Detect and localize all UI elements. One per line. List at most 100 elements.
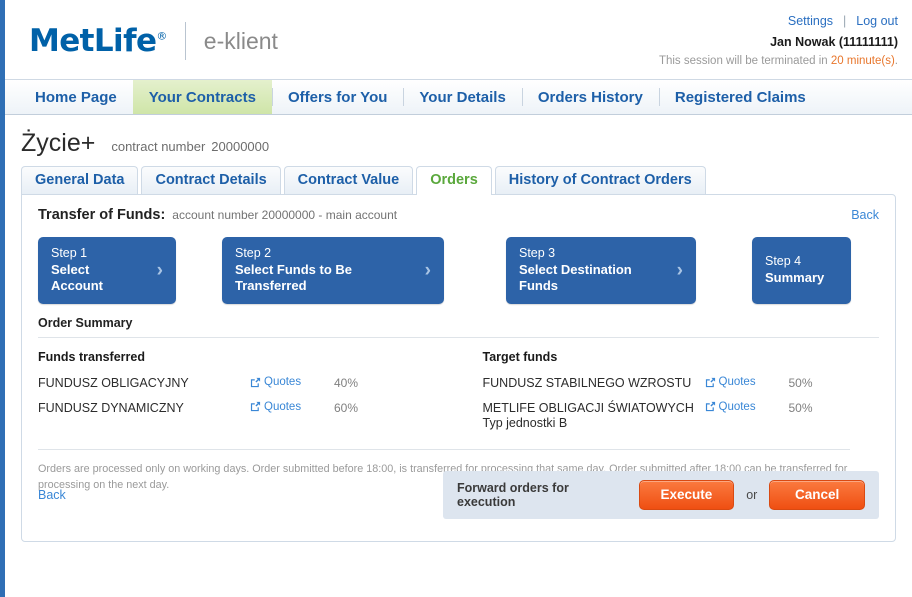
tab-contract-value[interactable]: Contract Value (283, 166, 414, 194)
step-number: Step 1 (51, 246, 88, 260)
panel-header: Transfer of Funds: account number 200000… (38, 207, 879, 223)
tab-history-of-contract-orders[interactable]: History of Contract Orders (494, 166, 706, 194)
fund-percent: 60% (334, 400, 359, 415)
wizard-steps: Step 1 Select Account › Step 2 Select Funds … (38, 237, 879, 305)
external-link-icon (705, 377, 719, 388)
step-label: Select Funds to Be Transferred (235, 261, 353, 293)
funds-columns: Funds transferred FUNDUSZ OBLIGACYJNY Quo… (38, 350, 879, 441)
external-link-icon (250, 401, 264, 412)
execution-bar: Forward orders for execution Execute or … (443, 471, 879, 519)
step-text: Step 1 Select Account (51, 246, 143, 294)
nav-item-label: Orders History (537, 88, 643, 106)
wizard-step-2[interactable]: Step 2 Select Funds to Be Transferred › (222, 237, 444, 305)
quotes-link[interactable]: Quotes (250, 401, 320, 413)
nav-item-offers-for-you[interactable]: Offers for You (271, 80, 403, 114)
fund-row: METLIFE OBLIGACJI ŚWIATOWYCH Typ jednostk… (483, 401, 880, 432)
quotes-label: Quotes (718, 400, 756, 413)
main-navigation: Home Page Your Contracts Offers for You You… (5, 80, 912, 115)
tab-contract-details[interactable]: Contract Details (141, 166, 281, 194)
external-link-icon (250, 377, 264, 388)
step-label: Select Destination Funds (519, 261, 632, 293)
cancel-button[interactable]: Cancel (769, 480, 865, 510)
fund-row: FUNDUSZ OBLIGACYJNY Quotes 40% (38, 376, 459, 392)
step-number: Step 4 (765, 254, 802, 269)
nav-item-registered-claims[interactable]: Registered Claims (658, 80, 822, 114)
fund-name: METLIFE OBLIGACJI ŚWIATOWYCH Typ jednostk… (482, 400, 694, 431)
fund-percent: 50% (788, 376, 813, 391)
step-text: Step 4 Summary (765, 254, 824, 286)
step-number: Step 2 (235, 246, 272, 260)
session-timer-value: 20 minute(s) (830, 55, 895, 68)
step-text: Step 3 Select Destination Funds (519, 246, 663, 294)
logout-link[interactable]: Log out (856, 14, 898, 28)
quotes-link[interactable]: Quotes (705, 401, 775, 413)
chevron-right-icon: › (156, 259, 163, 281)
nav-item-label: Offers for You (287, 88, 388, 106)
settings-link[interactable]: Settings (788, 14, 833, 28)
step-label: Summary (765, 269, 825, 285)
footer-back-link[interactable]: Back (38, 488, 66, 502)
content-panel: Transfer of Funds: account number 200000… (21, 194, 896, 542)
page-title: Życie+ (21, 129, 96, 157)
nav-item-label: Your Details (419, 88, 506, 106)
panel-back-link[interactable]: Back (851, 208, 879, 222)
panel-title-group: Transfer of Funds: account number 200000… (38, 207, 397, 223)
tab-general-data[interactable]: General Data (21, 166, 139, 194)
fund-row: FUNDUSZ DYNAMICZNY Quotes 60% (38, 401, 459, 417)
tab-label: Contract Value (297, 172, 400, 188)
step-label: Select Account (51, 261, 103, 293)
panel-footer: Back Forward orders for execution Execut… (38, 471, 879, 519)
nav-item-label: Registered Claims (674, 88, 806, 106)
target-funds-column: Target funds FUNDUSZ STABILNEGO WZROSTU Q… (459, 350, 880, 441)
contract-header: Życie+ contract number 20000000 (5, 115, 912, 166)
quotes-link[interactable]: Quotes (705, 376, 775, 388)
sub-brand-label: e-klient (203, 27, 278, 54)
order-summary-heading: Order Summary (38, 316, 879, 339)
tab-orders[interactable]: Orders (416, 166, 492, 195)
contract-tabs: General Data Contract Details Contract Val… (5, 166, 912, 195)
external-link-icon (705, 401, 719, 412)
panel-title: Transfer of Funds: (38, 207, 166, 223)
quotes-label: Quotes (718, 376, 756, 389)
target-funds-list: FUNDUSZ STABILNEGO WZROSTU Quotes 50% METLI… (483, 376, 880, 432)
funds-transferred-heading: Funds transferred (38, 350, 145, 365)
session-timeout-notice: This session will be terminated in 20 mi… (659, 53, 898, 70)
tab-label: History of Contract Orders (508, 172, 692, 188)
brand-logo: MetLife® e-klient (29, 22, 278, 60)
tab-label: Contract Details (155, 172, 267, 188)
metlife-wordmark: MetLife® (29, 23, 167, 59)
chevron-right-icon: › (676, 259, 683, 281)
brand-text: MetLife (29, 23, 157, 59)
nav-item-your-contracts[interactable]: Your Contracts (132, 80, 272, 114)
chevron-right-icon: › (424, 259, 431, 281)
app-window: MetLife® e-klient Settings | Log out Jan N… (0, 0, 912, 597)
header-link-separator: | (843, 14, 847, 28)
brand-divider (184, 22, 186, 60)
wizard-step-3[interactable]: Step 3 Select Destination Funds › (506, 237, 696, 305)
contract-number-value: 20000000 (211, 139, 270, 154)
fund-percent: 50% (788, 400, 813, 415)
quotes-label: Quotes (264, 376, 302, 389)
step-number: Step 3 (519, 246, 556, 260)
nav-item-label: Home Page (35, 88, 117, 106)
target-funds-heading: Target funds (482, 350, 558, 365)
contract-number-block: contract number 20000000 (111, 139, 269, 154)
user-name-label: Jan Nowak (11111111) (770, 35, 898, 50)
nav-item-label: Your Contracts (148, 88, 256, 106)
session-suffix-text: . (894, 55, 898, 68)
nav-item-orders-history[interactable]: Orders History (521, 80, 659, 114)
wizard-step-1[interactable]: Step 1 Select Account › (38, 237, 176, 305)
wizard-step-4[interactable]: Step 4 Summary (752, 237, 851, 305)
quotes-label: Quotes (264, 400, 302, 413)
session-prefix-text: This session will be terminated in (658, 55, 831, 68)
nav-item-your-details[interactable]: Your Details (403, 80, 521, 114)
tab-label: Orders (430, 172, 478, 188)
page-header: MetLife® e-klient Settings | Log out Jan N… (5, 0, 912, 80)
contract-number-label: contract number (111, 139, 206, 154)
nav-item-home-page[interactable]: Home Page (19, 80, 133, 114)
execute-button[interactable]: Execute (638, 480, 735, 510)
quotes-link[interactable]: Quotes (250, 376, 320, 388)
fund-name: FUNDUSZ DYNAMICZNY (38, 400, 184, 415)
or-separator-label: or (746, 488, 758, 502)
funds-transferred-list: FUNDUSZ OBLIGACYJNY Quotes 40% FUNDUSZ DYNA… (38, 376, 459, 416)
